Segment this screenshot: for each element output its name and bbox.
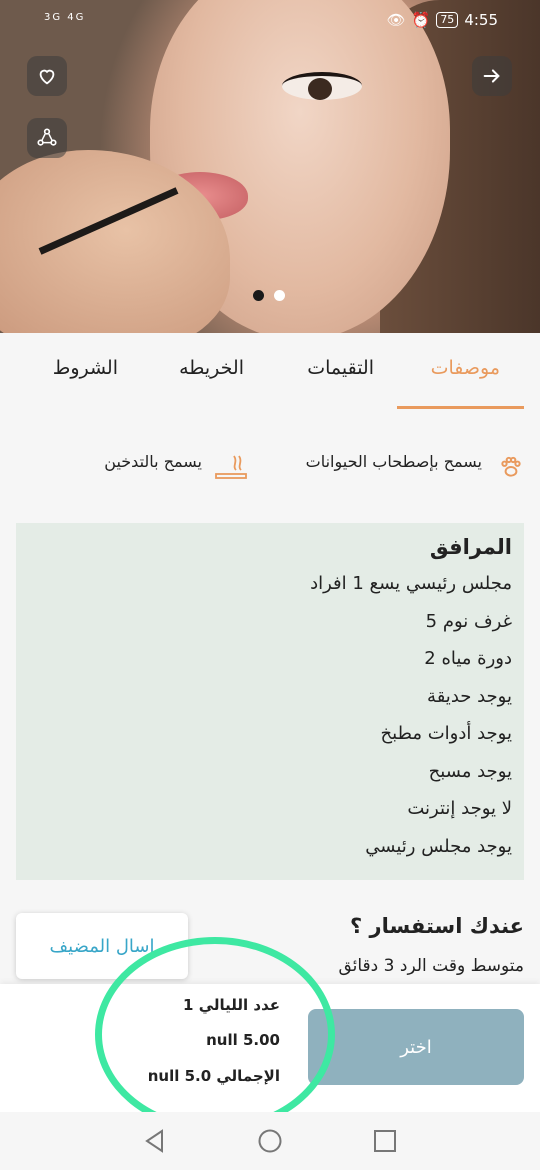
tab-map[interactable]: الخريطه xyxy=(179,357,244,379)
tab-terms[interactable]: الشروط xyxy=(53,357,118,379)
amenity-item: يوجد حديقة xyxy=(427,685,512,707)
share-icon xyxy=(37,128,57,146)
nav-back-icon[interactable] xyxy=(142,1128,168,1154)
heart-icon xyxy=(39,69,55,85)
system-nav-bar xyxy=(0,1112,540,1170)
tab-bar: موصفات التقيمات الخريطه الشروط xyxy=(0,333,540,413)
carousel-dots xyxy=(253,290,285,301)
status-right: 👁 ⏰ 75 4:55 xyxy=(387,11,498,29)
hero-eye xyxy=(282,72,362,100)
battery-indicator: 75 xyxy=(436,12,459,28)
amenity-item: غرف نوم 5 xyxy=(425,610,512,632)
tab-specs[interactable]: موصفات xyxy=(431,357,500,379)
amenities-title: المرافق xyxy=(429,535,512,559)
response-time: متوسط وقت الرد 3 دقائق xyxy=(338,956,524,976)
amenity-item: يوجد أدوات مطبخ xyxy=(380,723,512,744)
back-button[interactable] xyxy=(472,56,512,96)
ask-host-button[interactable]: اسال المضيف xyxy=(16,913,188,979)
favorite-button[interactable] xyxy=(27,56,67,96)
amenity-item: دورة مياه 2 xyxy=(424,648,512,669)
smoking-allowed-label: يسمح بالتدخين xyxy=(104,452,202,471)
nights-count: عدد الليالي 1 xyxy=(183,996,280,1014)
tab-reviews[interactable]: التقيمات xyxy=(307,357,374,379)
alarm-icon: ⏰ xyxy=(411,11,431,29)
share-button[interactable] xyxy=(27,118,67,158)
amenities-box: المرافق مجلس رئيسي يسع 1 افراد غرف نوم 5… xyxy=(16,523,524,880)
choose-button[interactable]: اختر xyxy=(308,1009,524,1085)
nav-home-icon[interactable] xyxy=(257,1128,283,1154)
carousel-dot[interactable] xyxy=(253,290,264,301)
active-tab-indicator xyxy=(397,406,524,409)
paw-icon xyxy=(501,456,521,477)
features-row: يسمح بإصطحاب الحيوانات يسمح بالتدخين xyxy=(0,452,540,482)
signal-indicator: 3G 4G xyxy=(44,12,86,23)
price-per-night: null 5.00 xyxy=(206,1031,280,1049)
total-price: الإجمالي null 5.0 xyxy=(147,1067,280,1085)
nav-recents-icon[interactable] xyxy=(372,1128,398,1154)
booking-sheet: اختر عدد الليالي 1 null 5.00 الإجمالي nu… xyxy=(0,984,540,1112)
amenity-item: مجلس رئيسي يسع 1 افراد xyxy=(310,573,512,594)
status-bar: 3G 4G 👁 ⏰ 75 4:55 xyxy=(0,10,540,34)
amenity-item: لا يوجد إنترنت xyxy=(407,798,512,819)
pets-allowed-label: يسمح بإصطحاب الحيوانات xyxy=(305,452,482,471)
amenity-item: يوجد مجلس رئيسي xyxy=(365,835,512,857)
carousel-dot[interactable] xyxy=(274,290,285,301)
arrow-right-icon xyxy=(483,69,500,83)
eye-icon: 👁 xyxy=(386,11,406,29)
amenity-item: يوجد مسبح xyxy=(428,760,512,782)
smoking-icon xyxy=(215,455,247,479)
clock: 4:55 xyxy=(464,11,498,29)
hero-image[interactable]: 3G 4G 👁 ⏰ 75 4:55 xyxy=(0,0,540,333)
inquiry-title: عندك استفسار ؟ xyxy=(350,914,524,938)
